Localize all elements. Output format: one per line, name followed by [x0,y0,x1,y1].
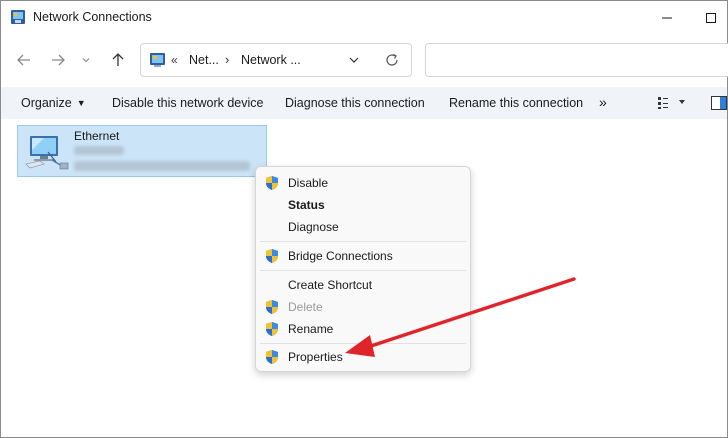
title-bar: Network Connections [1,1,727,35]
preview-pane-button[interactable] [711,96,727,113]
back-button[interactable] [13,49,35,71]
menu-separator [260,241,466,242]
menu-item-delete: Delete [260,296,466,318]
uac-shield-icon [265,299,279,315]
forward-arrow-icon [52,54,65,66]
up-button[interactable] [107,49,129,71]
menu-item-label: Diagnose [288,220,339,234]
menu-item-rename[interactable]: Rename [260,318,466,340]
diagnose-connection-button[interactable]: Diagnose this connection [285,96,425,110]
menu-item-create-shortcut[interactable]: Create Shortcut [260,274,466,296]
menu-item-bridge-connections[interactable]: Bridge Connections [260,245,466,267]
menu-item-label: Delete [288,300,323,314]
maximize-icon [706,13,716,23]
menu-item-properties[interactable]: Properties [260,346,466,368]
minimize-icon [662,17,672,19]
organize-label: Organize [21,96,72,110]
minimize-button[interactable] [647,1,687,35]
chevron-down-icon [82,58,90,63]
breadcrumb-network-connections[interactable]: Network ... [241,53,301,67]
menu-separator [260,343,466,344]
menu-item-diagnose[interactable]: Diagnose [260,216,466,238]
caret-down-icon: ▼ [76,98,86,108]
context-menu: Disable Status Diagnose Bridge Connectio… [255,166,471,372]
preview-pane-icon [711,96,727,110]
rename-connection-button[interactable]: Rename this connection [449,96,583,110]
uac-shield-icon [265,349,279,365]
up-arrow-icon [112,53,124,66]
breadcrumb-separator[interactable]: › [225,52,229,67]
ethernet-adapter-icon [22,130,70,172]
control-panel-icon [149,52,167,68]
refresh-icon[interactable] [384,52,400,68]
disable-device-button[interactable]: Disable this network device [112,96,263,110]
uac-shield-icon [265,321,279,337]
adapter-description-redacted [74,161,250,171]
search-input[interactable] [425,43,728,77]
network-connections-window: Network Connections « Net... › Network .… [0,0,728,438]
menu-item-disable[interactable]: Disable [260,172,466,194]
breadcrumb-network[interactable]: Net... [189,53,219,67]
address-bar[interactable]: « Net... › Network ... [140,43,412,77]
navigation-bar: « Net... › Network ... [1,35,728,85]
recent-locations-button[interactable] [79,49,93,71]
address-overflow-chevron[interactable]: « [171,53,178,67]
menu-item-label: Properties [288,350,343,364]
maximize-button[interactable] [691,1,728,35]
menu-item-label: Rename [288,322,334,336]
back-arrow-icon [17,54,30,66]
menu-item-label: Disable [288,176,329,190]
change-view-button[interactable] [657,96,687,113]
menu-item-label: Status [288,198,325,212]
organize-menu-button[interactable]: Organize ▼ [21,96,86,110]
ethernet-connection-item[interactable]: Ethernet [17,125,267,177]
uac-shield-icon [265,175,279,191]
window-title: Network Connections [33,10,152,24]
forward-button[interactable] [47,49,69,71]
menu-separator [260,270,466,271]
menu-item-label: Bridge Connections [288,249,393,263]
connection-name: Ethernet [74,129,120,143]
command-bar: Organize ▼ Disable this network device Di… [1,87,727,119]
view-options-icon [658,97,685,109]
network-connections-icon [10,9,26,25]
more-commands-button[interactable]: » [599,94,607,110]
connection-status-redacted [74,146,124,155]
uac-shield-icon [265,248,279,264]
address-dropdown-icon[interactable] [347,53,361,67]
menu-item-status[interactable]: Status [260,194,466,216]
menu-item-label: Create Shortcut [288,278,373,292]
